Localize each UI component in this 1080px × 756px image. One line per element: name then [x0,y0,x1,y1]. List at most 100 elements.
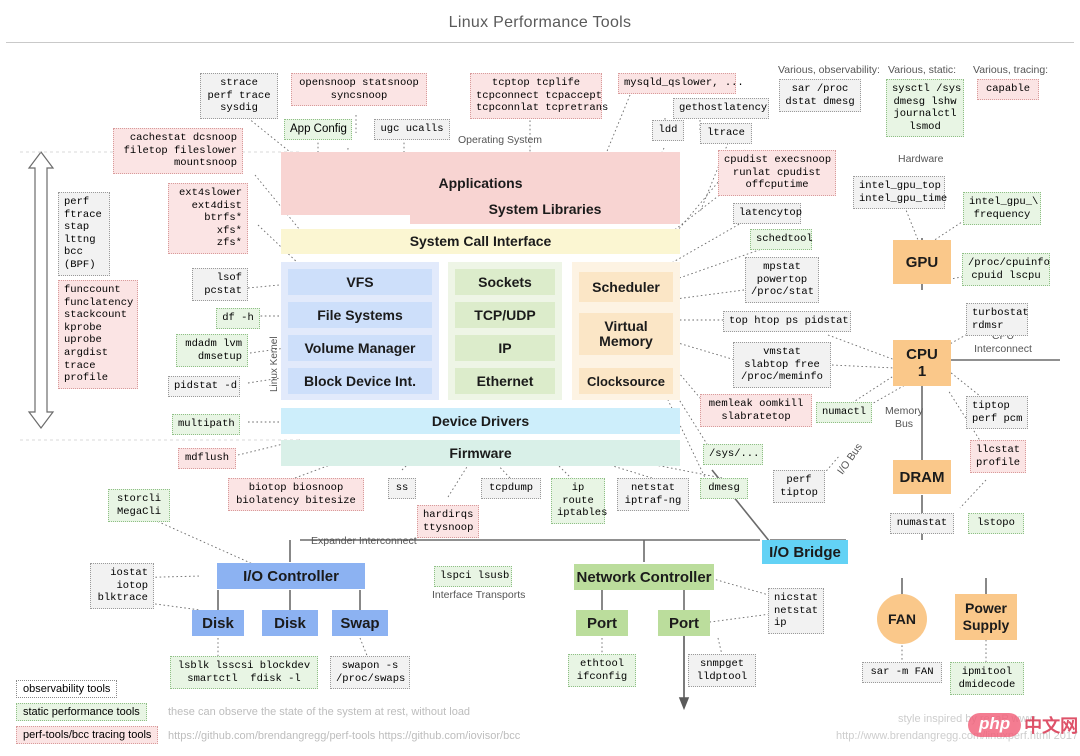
tool-box-ext4slower: ext4slower ext4dist btrfs* xfs* zfs* [168,183,248,254]
block-io-controller: I/O Controller [217,563,365,589]
tool-box-cachestat: cachestat dcsnoop filetop fileslower mou… [113,128,243,174]
block-firmware: Firmware [281,440,680,466]
label-linux-kernel: Linux Kernel [269,336,280,392]
tool-box-hardirqs: hardirqs ttysnoop [417,505,479,539]
block-block-device-int: Block Device Int. [288,368,432,394]
watermark-php-logo: php [968,713,1022,737]
page-title: Linux Performance Tools [448,14,632,31]
tool-box-mysqld-qslower: mysqld_qslower, ... [618,73,744,94]
tool-box-turbostat: turbostat rdmsr [966,303,1029,337]
block-vfs: VFS [288,269,432,295]
tool-box-gethostlatency: gethostlatency [673,98,769,119]
tool-box-iostat: iostat iotop blktrace [90,563,154,609]
tool-box-top-htop: top htop ps pidstat [723,311,851,332]
tool-box-pidstat-d: pidstat -d [168,376,240,397]
label-various-static: Various, static: [888,64,957,76]
tool-box-funccount: funccount funclatency stackcount kprobe … [58,280,138,389]
block-tcp-udp: TCP/UDP [455,302,555,328]
block-disk-1: Disk [192,610,244,636]
tool-box-llcstat: llcstat profile [970,440,1026,474]
tool-box-ltrace: ltrace [700,123,752,144]
block-disk-2: Disk [262,610,318,636]
block-ethernet: Ethernet [455,368,555,394]
tool-box-tcptop: tcptop tcplife tcpconnect tcpaccept tcpc… [470,73,608,119]
watermark: php 中文网 [968,712,1078,738]
block-fan: FAN [877,594,927,644]
label-operating-system: Operating System [458,134,543,146]
tool-box-mdflush: mdflush [178,448,236,469]
tool-box-app-config: App Config [284,119,352,140]
watermark-chinese-text: 中文网 [1024,716,1079,737]
block-port-1: Port [576,610,628,636]
label-various-tracing: Various, tracing: [973,64,1049,76]
legend-tracing: perf-tools/bcc tracing tools [16,726,159,744]
tool-box-capable: capable [977,79,1039,100]
block-network-controller: Network Controller [574,564,714,590]
tool-box-ip-route: ip route iptables [551,478,607,524]
block-dram: DRAM [893,460,951,494]
tool-box-mpstat: mpstat powertop /proc/stat [745,257,819,303]
label-expander-interconnect: Expander Interconnect [311,535,417,547]
block-clocksource: Clocksource [579,368,673,394]
block-power-supply: Power Supply [955,594,1017,640]
legend-static: static performance tools [16,703,147,721]
tool-box-ss: ss [388,478,416,499]
tool-box-storcli: storcli MegaCli [108,489,170,523]
label-io-bus: I/O Bus [835,441,865,477]
label-memory-bus: Memory Bus [885,405,923,430]
tool-box-df-h: df -h [216,308,260,329]
tool-box-multipath: multipath [172,414,240,435]
legend-static-note: these can observe the state of the syste… [168,706,471,718]
tool-box-schedtool: schedtool [750,229,813,250]
block-volume-manager: Volume Manager [288,335,432,361]
tool-box-tcpdump: tcpdump [481,478,541,499]
tool-box-snmpget: snmpget lldptool [688,654,756,688]
block-port-2: Port [658,610,710,636]
tool-box-lspci: lspci lsusb [434,566,512,587]
tool-box-intel-gpu-top: intel_gpu_top intel_gpu_time [853,176,947,210]
block-gpu: GPU [893,240,951,284]
block-io-bridge: I/O Bridge [762,540,848,564]
block-sockets: Sockets [455,269,555,295]
tool-box-sysctl: sysctl /sys dmesg lshw journalctl lsmod [886,79,964,138]
tool-box-lsblk: lsblk lsscsi blockdev smartctl fdisk -l [170,656,318,690]
legend-links: https://github.com/brendangregg/perf-too… [168,730,521,742]
tool-box-numastat: numastat [890,513,954,534]
block-system-call-interface: System Call Interface [281,229,680,254]
tool-box-biotop: biotop biosnoop biolatency bitesize [228,478,364,512]
legend-observability: observability tools [16,680,118,698]
tool-box-strace: strace perf trace sysdig [200,73,278,119]
tool-box-ugc-ucalls: ugc ucalls [374,119,450,140]
tool-box-swapon: swapon -s /proc/swaps [330,656,410,690]
block-system-libraries: System Libraries [410,195,680,224]
tool-box-memleak: memleak oomkill slabratetop [700,394,812,428]
tool-box-netstat: netstat iptraf-ng [617,478,689,512]
tool-box-opensnoop: opensnoop statsnoop syncsnoop [291,73,427,107]
block-device-drivers: Device Drivers [281,408,680,434]
diagram-canvas: Linux Performance Tools Operating System… [0,0,1080,756]
tool-box-ethtool: ethtool ifconfig [568,654,636,688]
tool-box-lstopo: lstopo [968,513,1024,534]
tool-box-sys-dots: /sys/... [703,444,763,465]
block-ip: IP [455,335,555,361]
tool-box-perf-ftrace: perf ftrace stap lttng bcc (BPF) [58,192,110,276]
block-swap: Swap [332,610,388,636]
tool-box-sar-proc: sar /proc dstat dmesg [779,79,861,113]
tool-box-numactl: numactl [816,402,872,423]
tool-box-proc-cpuinfo: /proc/cpuinfo cpuid lscpu [962,253,1050,287]
block-scheduler: Scheduler [579,272,673,302]
tool-box-cpudist: cpudist execsnoop runlat cpudist offcput… [718,150,836,196]
tool-box-tiptop-perf-pcm: tiptop perf pcm [966,396,1028,430]
tool-box-nicstat: nicstat netstat ip [768,588,824,634]
tool-box-dmesg: dmesg [700,478,748,499]
label-interface-transports: Interface Transports [432,589,526,601]
tool-box-vmstat: vmstat slabtop free /proc/meminfo [733,342,831,388]
title-divider [6,42,1074,43]
label-hardware: Hardware [898,153,944,165]
tool-box-intel-gpu-freq: intel_gpu_\ frequency [963,192,1041,226]
block-cpu: CPU 1 [893,340,951,386]
tool-box-latencytop: latencytop [733,203,802,224]
block-file-systems: File Systems [288,302,432,328]
tool-box-perf-tiptop: perf tiptop [773,470,825,504]
tool-box-lsof-pcstat: lsof pcstat [192,268,248,302]
